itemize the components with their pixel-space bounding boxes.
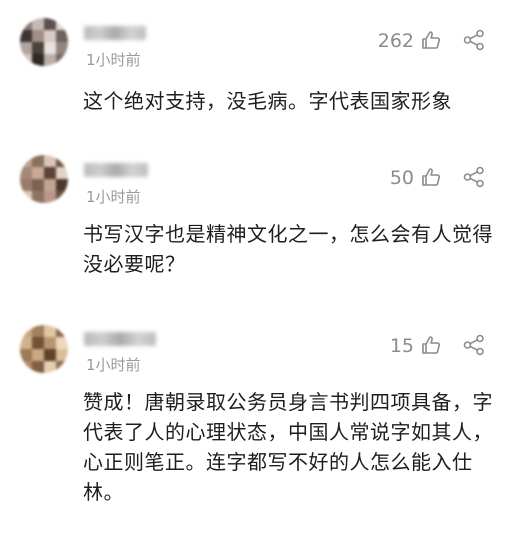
avatar-pixel	[20, 337, 32, 349]
avatar-pixel	[56, 30, 68, 42]
avatar-pixel	[32, 30, 44, 42]
username-blurred[interactable]	[84, 332, 156, 346]
thumbs-up-outline-icon[interactable]	[421, 335, 441, 355]
avatar-pixel	[20, 167, 32, 179]
comment-text: 赞成！唐朝录取公务员身言书判四项具备，字代表了人的心理状态，中国人常说字如其人，…	[83, 390, 493, 504]
avatar-pixel	[32, 167, 44, 179]
avatar-pixel	[56, 18, 68, 30]
avatar-pixel	[20, 54, 32, 66]
avatar-pixel	[20, 18, 32, 30]
avatar-pixel	[56, 337, 68, 349]
avatar-pixel	[20, 155, 32, 167]
avatar-pixel	[20, 361, 32, 373]
share-nodes-icon[interactable]	[462, 29, 486, 51]
avatar[interactable]	[20, 18, 68, 66]
comment-text: 书写汉字也是精神文化之一，怎么会有人觉得没必要呢？	[83, 222, 493, 276]
comment-time: 1小时前	[86, 356, 141, 374]
avatar-pixel	[20, 42, 32, 54]
avatar-pixel	[56, 361, 68, 373]
username-blurred[interactable]	[84, 26, 146, 40]
avatar-pixel	[32, 42, 44, 54]
avatar-pixel	[20, 349, 32, 361]
avatar-pixel	[32, 18, 44, 30]
avatar-pixel	[20, 191, 32, 203]
avatar-pixel	[56, 42, 68, 54]
avatar-pixel	[32, 155, 44, 167]
avatar-pixel	[44, 179, 56, 191]
avatar-pixel	[56, 349, 68, 361]
avatar-pixel	[20, 179, 32, 191]
avatar-pixel	[56, 54, 68, 66]
like-count: 15	[389, 335, 414, 357]
avatar-pixel	[44, 167, 56, 179]
avatar-pixel	[32, 361, 44, 373]
avatar-pixel	[44, 191, 56, 203]
like-count: 50	[389, 167, 414, 189]
avatar-pixel	[44, 337, 56, 349]
avatar-pixel	[44, 42, 56, 54]
avatar-pixel	[32, 191, 44, 203]
avatar-pixel	[56, 155, 68, 167]
avatar-pixel	[56, 325, 68, 337]
avatar-pixel	[20, 30, 32, 42]
avatar-pixel	[44, 54, 56, 66]
share-nodes-icon[interactable]	[462, 334, 486, 356]
like-count: 262	[377, 30, 414, 52]
avatar-pixel	[44, 30, 56, 42]
avatar-pixel	[44, 361, 56, 373]
avatar-pixel	[56, 167, 68, 179]
avatar-pixel	[32, 325, 44, 337]
thumbs-up-outline-icon[interactable]	[421, 30, 441, 50]
avatar-pixel	[20, 325, 32, 337]
thumbs-up-outline-icon[interactable]	[421, 167, 441, 187]
avatar-pixel	[44, 325, 56, 337]
avatar-pixel	[56, 179, 68, 191]
comment-text: 这个绝对支持，没毛病。字代表国家形象	[83, 89, 452, 113]
avatar[interactable]	[20, 155, 68, 203]
avatar[interactable]	[20, 325, 68, 373]
avatar-pixel	[32, 349, 44, 361]
username-blurred[interactable]	[84, 163, 148, 177]
avatar-pixel	[44, 18, 56, 30]
avatar-pixel	[44, 155, 56, 167]
avatar-pixel	[32, 337, 44, 349]
avatar-pixel	[56, 191, 68, 203]
avatar-pixel	[32, 54, 44, 66]
avatar-pixel	[44, 349, 56, 361]
comment-time: 1小时前	[86, 51, 141, 69]
share-nodes-icon[interactable]	[462, 166, 486, 188]
comment-time: 1小时前	[86, 188, 141, 206]
avatar-pixel	[32, 179, 44, 191]
